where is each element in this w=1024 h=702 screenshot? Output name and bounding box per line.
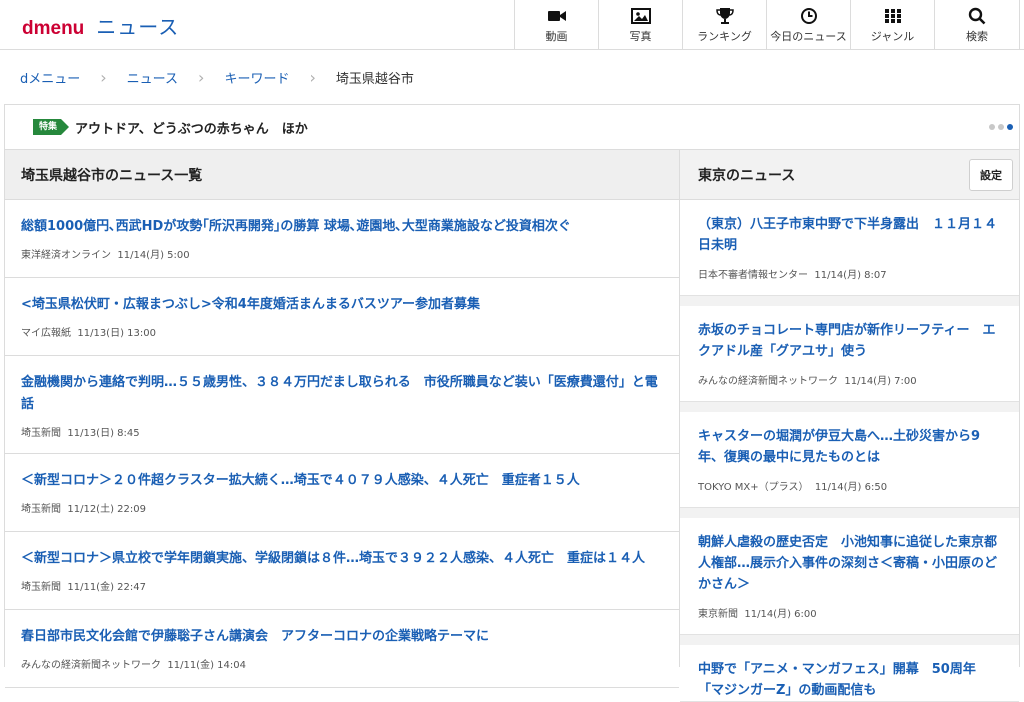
carousel-dot-active[interactable]: [1007, 124, 1013, 130]
tokyo-news-item[interactable]: 朝鮮人虐殺の歴史否定 小池知事に追従した東京都人権部…展示介入事件の深刻さ＜寄稿…: [680, 518, 1019, 635]
news-item[interactable]: 春日部市民文化会館で伊藤聡子さん講演会 アフターコロナの企業戦略テーマに みんな…: [5, 610, 679, 688]
news-source: みんなの経済新聞ネットワーク: [21, 660, 161, 671]
nav-label: 写真: [629, 30, 652, 43]
news-source: 埼玉新聞: [21, 504, 61, 515]
news-source: 東洋経済オンライン: [21, 250, 111, 261]
settings-button[interactable]: 設定: [969, 158, 1013, 191]
nav-search[interactable]: 検索: [934, 0, 1020, 50]
nav-genre[interactable]: ジャンル: [850, 0, 934, 50]
news-title[interactable]: 金融機関から連絡で判明…５５歳男性、３８４万円だまし取られる 市役所職員など装い…: [21, 372, 663, 416]
news-item[interactable]: <埼玉県松伏町・広報まつぶし>令和4年度婚活まんまるバスツアー参加者募集 マイ広…: [5, 278, 679, 356]
news-date: 11/13(日) 8:45: [67, 428, 140, 439]
video-camera-icon: [547, 7, 567, 25]
news-date: 11/14(月) 6:50: [814, 482, 888, 493]
logo-menu: menu: [33, 18, 85, 39]
news-date: 11/14(月) 7:00: [844, 376, 917, 387]
news-source: 埼玉新聞: [21, 428, 61, 439]
news-title[interactable]: （東京）八王子市東中野で下半身露出 １１月１４日未明: [698, 214, 1001, 256]
tokyo-news-header: 東京のニュース 設定: [680, 150, 1019, 200]
clock-icon: [799, 7, 819, 25]
news-meta: みんなの経済新聞ネットワーク 11/11(金) 14:04: [21, 656, 663, 671]
news-title[interactable]: 春日部市民文化会館で伊藤聡子さん講演会 アフターコロナの企業戦略テーマに: [21, 626, 663, 648]
chevron-right-icon: ›: [100, 67, 107, 87]
news-title[interactable]: <埼玉県松伏町・広報まつぶし>令和4年度婚活まんまるバスツアー参加者募集: [21, 294, 663, 316]
nav-label: 動画: [545, 30, 568, 43]
news-title[interactable]: 総額1000億円､西武HDが攻勢｢所沢再開発｣の勝算 球場､遊園地､大型商業施設…: [21, 216, 663, 238]
breadcrumb-keyword[interactable]: キーワード: [224, 68, 289, 87]
news-date: 11/14(月) 6:00: [744, 609, 817, 620]
news-item[interactable]: 金融機関から連絡で判明…５５歳男性、３８４万円だまし取られる 市役所職員など装い…: [5, 356, 679, 454]
nav-video[interactable]: 動画: [514, 0, 598, 50]
news-title[interactable]: ＜新型コロナ＞２０件超クラスター拡大続く…埼玉で４０７９人感染、４人死亡 重症者…: [21, 470, 663, 492]
breadcrumb-dmenu[interactable]: dメニュー: [20, 68, 80, 87]
tokyo-news-panel: 東京のニュース 設定 （東京）八王子市東中野で下半身露出 １１月１４日未明 日本…: [680, 150, 1020, 702]
news-date: 11/14(月) 5:00: [117, 250, 190, 261]
news-title[interactable]: 朝鮮人虐殺の歴史否定 小池知事に追従した東京都人権部…展示介入事件の深刻さ＜寄稿…: [698, 532, 1001, 595]
nav-photo[interactable]: 写真: [598, 0, 682, 50]
news-date: 11/12(土) 22:09: [67, 504, 146, 515]
chevron-right-icon: ›: [309, 67, 316, 87]
news-title[interactable]: 赤坂のチョコレート専門店が新作リーフティー エクアドル産「グアユサ」使う: [698, 320, 1001, 362]
news-item[interactable]: 総額1000億円､西武HDが攻勢｢所沢再開発｣の勝算 球場､遊園地､大型商業施設…: [5, 200, 679, 278]
search-icon: [967, 7, 987, 25]
breadcrumb-news[interactable]: ニュース: [127, 68, 178, 87]
nav-label: 検索: [966, 30, 988, 43]
news-source: みんなの経済新聞ネットワーク: [698, 376, 838, 387]
news-date: 11/11(金) 22:47: [67, 582, 146, 593]
section-title: ニュース: [96, 15, 180, 39]
news-meta: TOKYO MX+（プラス） 11/14(月) 6:50: [698, 478, 1001, 507]
nav-label: 今日のニュース: [770, 30, 847, 43]
news-date: 11/14(月) 8:07: [814, 270, 887, 281]
news-meta: 日本不審者情報センター 11/14(月) 8:07: [698, 266, 1001, 295]
logo-d: d: [22, 18, 34, 39]
dmenu-news-logo[interactable]: d menu ニュース: [22, 11, 179, 39]
grid-icon: [883, 7, 903, 25]
keyword-news-list: 埼玉県越谷市のニュース一覧 総額1000億円､西武HDが攻勢｢所沢再開発｣の勝算…: [4, 150, 680, 688]
news-date: 11/13(日) 13:00: [77, 328, 156, 339]
news-meta: 埼玉新聞 11/12(土) 22:09: [21, 500, 663, 515]
tokyo-news-item[interactable]: キャスターの堀潤が伊豆大島へ…土砂災害から9年、復興の最中に見たものとは TOK…: [680, 412, 1019, 508]
carousel-dot[interactable]: [998, 124, 1004, 130]
news-item[interactable]: ＜新型コロナ＞県立校で学年閉鎖実施、学級閉鎖は８件…埼玉で３９２２人感染、４人死…: [5, 532, 679, 610]
news-source: 日本不審者情報センター: [698, 270, 808, 281]
news-title[interactable]: キャスターの堀潤が伊豆大島へ…土砂災害から9年、復興の最中に見たものとは: [698, 426, 1001, 468]
news-source: 東京新聞: [698, 609, 738, 620]
carousel-dot[interactable]: [989, 124, 995, 130]
news-meta: 東洋経済オンライン 11/14(月) 5:00: [21, 246, 663, 261]
photo-icon: [630, 7, 651, 25]
site-header: d menu ニュース 動画 写真 ランキング 今日のニュース ジャンル 検索: [0, 0, 1024, 50]
tokyo-news-item[interactable]: 赤坂のチョコレート専門店が新作リーフティー エクアドル産「グアユサ」使う みんな…: [680, 306, 1019, 402]
news-meta: 埼玉新聞 11/13(日) 8:45: [21, 424, 663, 439]
news-source: マイ広報紙: [21, 328, 71, 339]
news-item[interactable]: ＜新型コロナ＞２０件超クラスター拡大続く…埼玉で４０７９人感染、４人死亡 重症者…: [5, 454, 679, 532]
nav-label: ランキング: [697, 30, 752, 43]
chevron-right-icon: ›: [198, 67, 205, 87]
news-source: TOKYO MX+（プラス）: [698, 482, 809, 493]
trophy-icon: [715, 7, 735, 25]
news-list-heading: 埼玉県越谷市のニュース一覧: [5, 150, 679, 200]
news-meta: 埼玉新聞 11/11(金) 22:47: [21, 578, 663, 593]
breadcrumb-current: 埼玉県越谷市: [335, 71, 414, 87]
carousel-dots: [989, 124, 1013, 130]
nav-today-news[interactable]: 今日のニュース: [766, 0, 850, 50]
nav-label: ジャンル: [870, 30, 915, 43]
tokyo-news-item[interactable]: 中野で「アニメ・マンガフェス」開幕 50周年「マジンガーZ」の動画配信も: [680, 645, 1019, 702]
news-meta: マイ広報紙 11/13(日) 13:00: [21, 324, 663, 339]
news-title[interactable]: ＜新型コロナ＞県立校で学年閉鎖実施、学級閉鎖は８件…埼玉で３９２２人感染、４人死…: [21, 548, 663, 570]
feature-badge: 特集: [33, 119, 70, 135]
tokyo-news-item[interactable]: （東京）八王子市東中野で下半身露出 １１月１４日未明 日本不審者情報センター 1…: [680, 200, 1019, 296]
breadcrumb: dメニュー › ニュース › キーワード › 埼玉県越谷市: [0, 51, 1024, 103]
news-meta: みんなの経済新聞ネットワーク 11/14(月) 7:00: [698, 372, 1001, 401]
global-nav: 動画 写真 ランキング 今日のニュース ジャンル 検索: [514, 0, 1020, 50]
nav-ranking[interactable]: ランキング: [682, 0, 766, 50]
news-source: 埼玉新聞: [21, 582, 61, 593]
feature-banner[interactable]: 特集 アウトドア、どうぶつの赤ちゃん ほか: [4, 104, 1020, 150]
news-meta: 東京新聞 11/14(月) 6:00: [698, 605, 1001, 634]
news-date: 11/11(金) 14:04: [167, 660, 246, 671]
news-title[interactable]: 中野で「アニメ・マンガフェス」開幕 50周年「マジンガーZ」の動画配信も: [698, 659, 1001, 701]
tokyo-news-heading: 東京のニュース: [698, 167, 796, 184]
feature-text[interactable]: アウトドア、どうぶつの赤ちゃん ほか: [75, 118, 308, 137]
